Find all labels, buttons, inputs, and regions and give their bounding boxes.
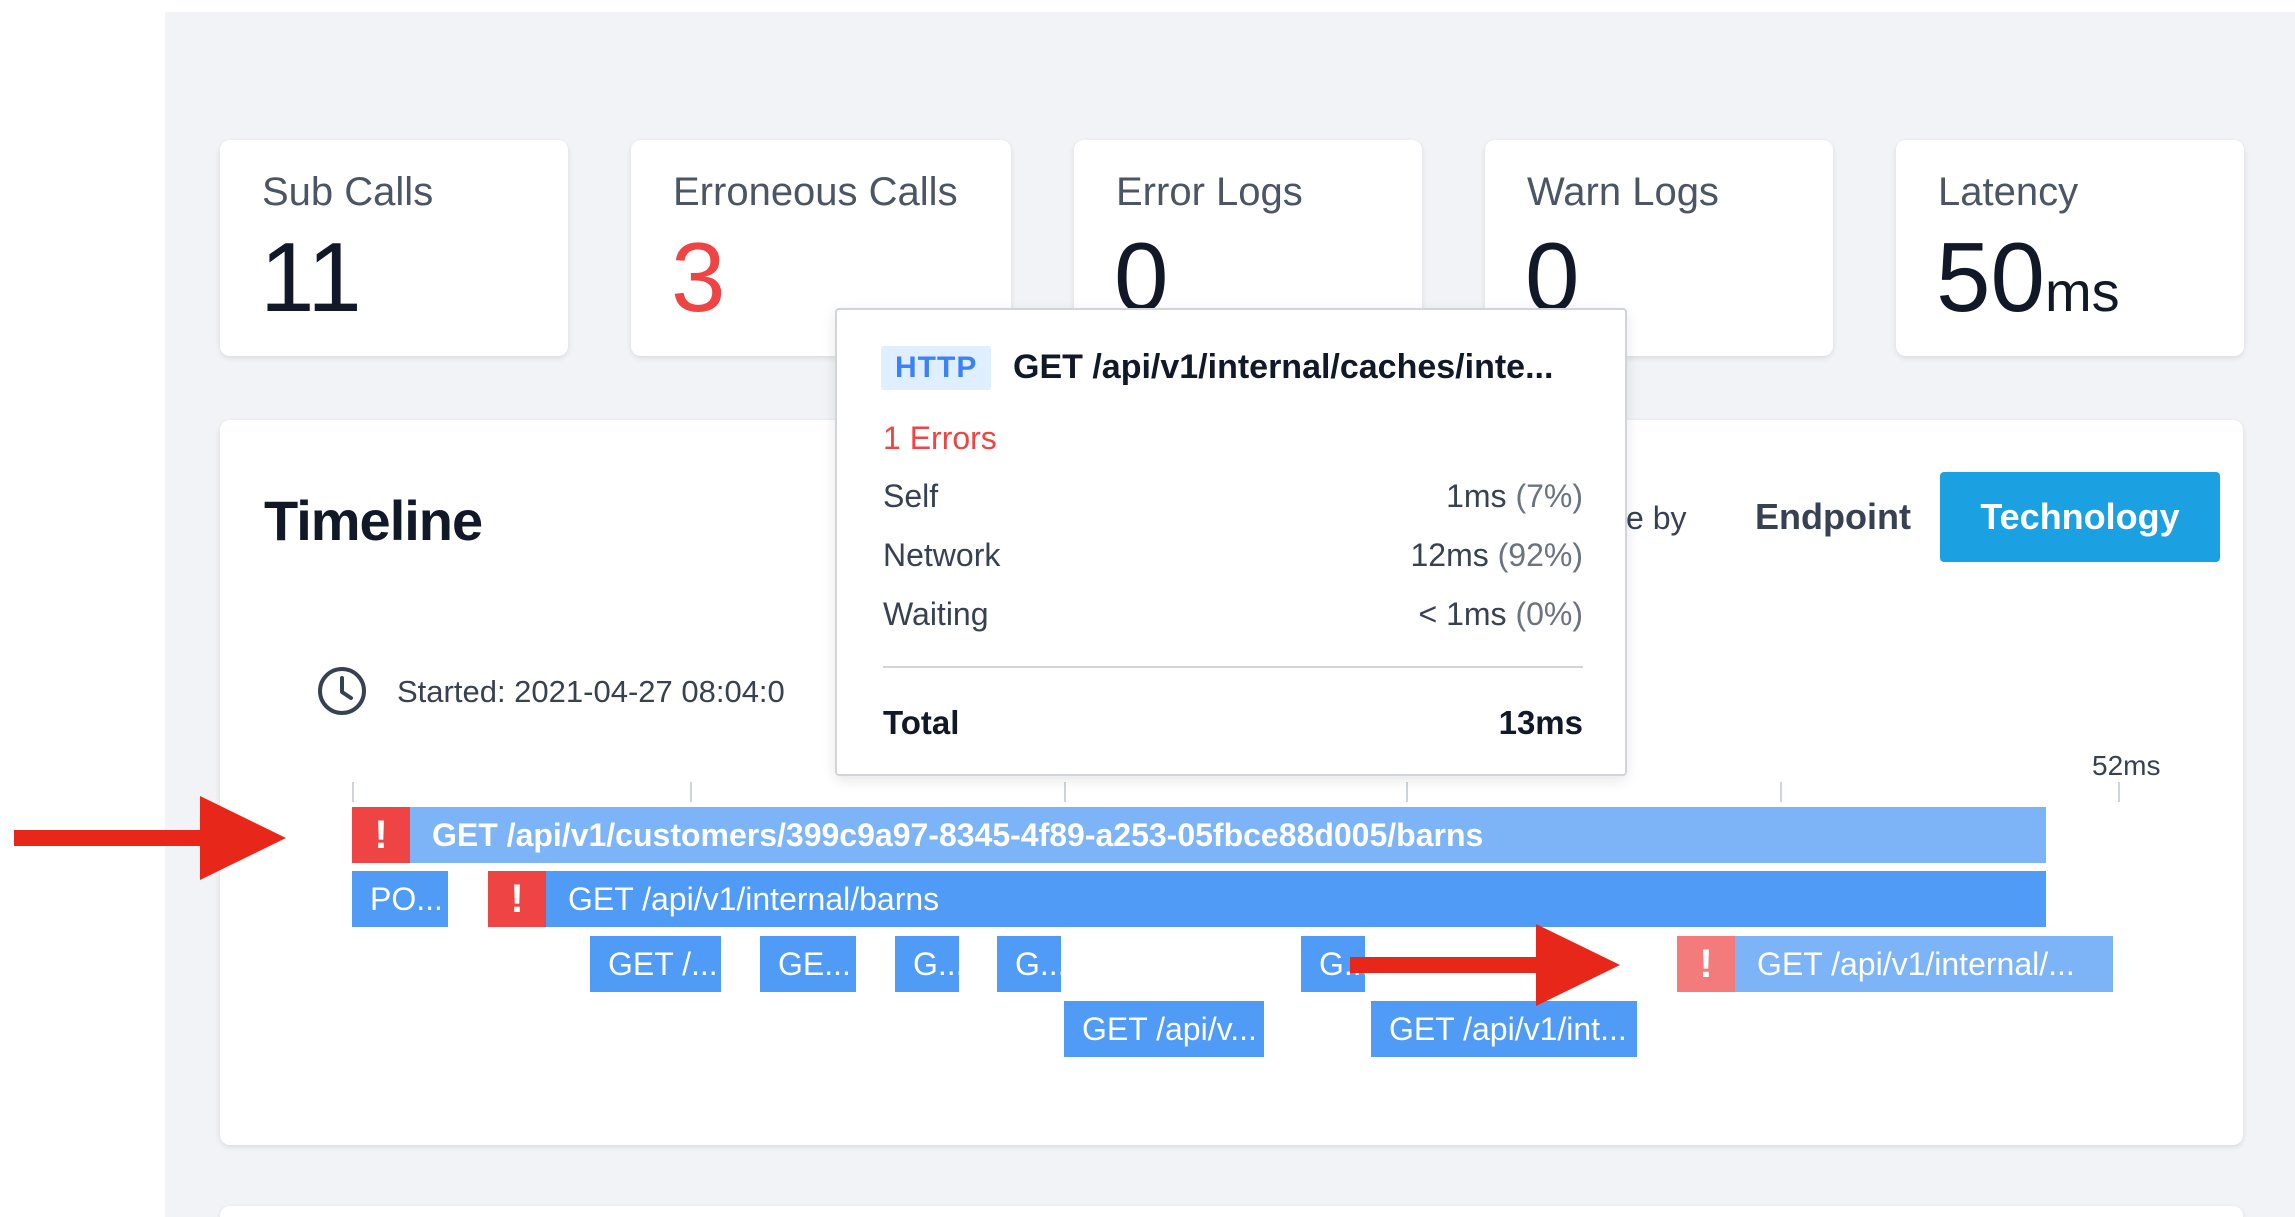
span-label: GET /api/v... (1082, 1010, 1257, 1047)
stat-card-sub-calls: Sub Calls 11 (220, 140, 568, 356)
span-label: G... (1015, 945, 1061, 982)
tooltip-divider (883, 666, 1583, 668)
row-value: 1ms (7%) (1446, 478, 1583, 514)
tooltip-error-count: 1 Errors (883, 420, 997, 456)
span-bar[interactable]: G... (997, 936, 1061, 992)
stat-label: Latency (1938, 170, 2079, 214)
span-bar[interactable]: ! GET /api/v1/internal/barns (488, 871, 2046, 927)
endpoint-button[interactable]: Endpoint (1738, 472, 1928, 562)
total-value: 13ms (1498, 704, 1583, 741)
row-label: Network (883, 537, 1001, 573)
started-timestamp: Started: 2021-04-27 08:04:0 (397, 674, 785, 709)
tooltip-row-waiting: Waiting < 1ms (0%) (883, 596, 1583, 636)
next-card (220, 1206, 2243, 1217)
row-value: < 1ms (0%) (1418, 596, 1583, 632)
span-label: GET /api/v1/int... (1389, 1010, 1627, 1047)
axis-tick (1780, 782, 1782, 802)
span-label: GET /api/v1/customers/399c9a97-8345-4f89… (432, 816, 1484, 853)
row-value: 12ms (92%) (1410, 537, 1584, 573)
annotation-arrow-icon (14, 796, 286, 880)
span-tooltip: HTTP GET /api/v1/internal/caches/inte...… (835, 308, 1627, 776)
stat-value: 50ms (1936, 228, 2120, 326)
row-label: Waiting (883, 596, 989, 632)
tooltip-total: Total 13ms (883, 704, 1583, 742)
axis-tick (690, 782, 692, 802)
span-bar[interactable]: PO... (352, 871, 448, 927)
stat-label: Sub Calls (262, 170, 434, 214)
span-label: GET /api/v1/internal/barns (568, 880, 940, 917)
error-flag-icon: ! (352, 807, 410, 863)
error-flag-icon: ! (1677, 936, 1735, 992)
stat-value: 11 (260, 222, 362, 332)
axis-end-label: 52ms (2092, 750, 2161, 781)
stat-label: Erroneous Calls (673, 170, 958, 214)
clock-icon (318, 667, 366, 715)
span-label: G... (913, 945, 959, 982)
span-bar[interactable]: GET /api/v1/int... (1371, 1001, 1637, 1057)
axis-tick (1406, 782, 1408, 802)
axis-tick (352, 782, 354, 802)
span-label: GET /... (608, 945, 718, 982)
span-bar[interactable]: ! GET /api/v1/customers/399c9a97-8345-4f… (352, 807, 2046, 863)
span-bar[interactable]: GE... (760, 936, 856, 992)
tooltip-title: GET /api/v1/internal/caches/inte... (1013, 348, 1554, 386)
span-bar[interactable]: ! GET /api/v1/internal/... (1677, 936, 2113, 992)
total-label: Total (883, 704, 960, 741)
span-bar[interactable]: GET /api/v... (1064, 1001, 1264, 1057)
axis-tick (2118, 782, 2120, 802)
error-flag-icon: ! (488, 871, 546, 927)
timeline-title: Timeline (264, 489, 483, 552)
stat-card-latency: Latency 50ms (1896, 140, 2244, 356)
row-label: Self (883, 478, 939, 514)
span-label: GE... (778, 945, 851, 982)
span-label: PO... (370, 880, 443, 917)
tooltip-row-network: Network 12ms (92%) (883, 537, 1583, 577)
stat-value: 3 (671, 222, 726, 332)
axis-tick (1064, 782, 1066, 802)
stat-label: Error Logs (1116, 170, 1303, 214)
span-label: GET /api/v1/internal/... (1757, 945, 2075, 982)
span-bar[interactable]: GET /... (590, 936, 721, 992)
latency-unit: ms (2045, 260, 2120, 323)
technology-badge: HTTP (881, 346, 992, 390)
span-bar[interactable]: G... (895, 936, 959, 992)
latency-number: 50 (1936, 222, 2046, 332)
stat-label: Warn Logs (1527, 170, 1719, 214)
technology-button[interactable]: Technology (1940, 472, 2220, 562)
annotation-arrow-icon (1350, 924, 1620, 1006)
tooltip-row-self: Self 1ms (7%) (883, 478, 1583, 518)
